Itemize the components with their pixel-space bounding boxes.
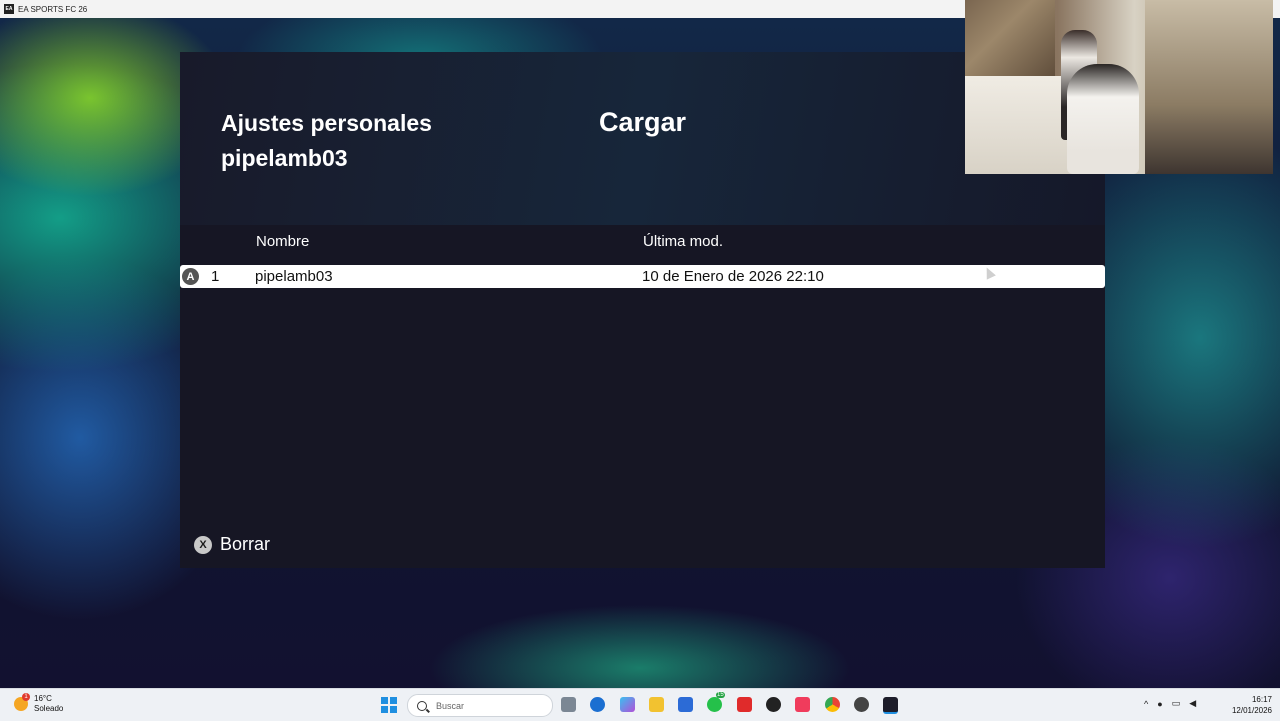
weather-text: 16°C Soleado: [34, 694, 63, 714]
search-placeholder: Buscar: [436, 700, 465, 711]
edge-browser-icon[interactable]: [590, 697, 605, 712]
whatsapp-badge: 15: [716, 692, 725, 698]
microsoft-store-icon[interactable]: [678, 697, 693, 712]
clock-time: 16:17: [1251, 695, 1272, 704]
weather-condition: Soleado: [34, 704, 64, 713]
column-header-modified[interactable]: Última mod.: [643, 233, 723, 250]
chevron-up-icon[interactable]: ^: [1144, 699, 1148, 709]
volume-icon[interactable]: ◀: [1189, 698, 1196, 709]
x-button-icon: X: [194, 535, 212, 554]
whatsapp-icon[interactable]: 15: [707, 692, 725, 712]
copilot-icon[interactable]: [620, 697, 635, 712]
chatgpt-icon[interactable]: [766, 697, 781, 712]
save-row[interactable]: A 1 pipelamb03 10 de Enero de 2026 22:10: [180, 265, 1105, 288]
taskbar: 1 16°C Soleado Buscar 15 ^ ● ▭ ◀ 16:17 1…: [0, 688, 1280, 721]
weather-temperature: 16°C: [34, 694, 52, 703]
webcam-wall-map: [965, 0, 1055, 80]
task-view-icon[interactable]: [561, 697, 576, 712]
row-index: 1: [211, 268, 220, 285]
clock-date: 12/01/2026: [1231, 706, 1272, 715]
delete-label: Borrar: [220, 534, 271, 554]
app-icon[interactable]: [854, 697, 869, 712]
settings-heading: Ajustes personales pipelamb03: [221, 106, 432, 176]
ea-app-icon: EA: [4, 4, 14, 14]
weather-widget[interactable]: 1 16°C Soleado: [14, 693, 63, 714]
microphone-icon[interactable]: ●: [1157, 699, 1162, 709]
chrome-icon[interactable]: [825, 697, 840, 712]
sun-icon: 1: [14, 693, 30, 711]
row-name: pipelamb03: [255, 268, 333, 285]
column-header-name[interactable]: Nombre: [256, 233, 309, 250]
webcam-sofa: [965, 76, 1075, 174]
network-icon[interactable]: ▭: [1172, 698, 1181, 709]
delete-button[interactable]: X Borrar: [194, 534, 270, 555]
window-title: EA SPORTS FC 26: [18, 4, 88, 14]
taskbar-search[interactable]: Buscar: [407, 694, 553, 717]
webcam-overlay: [965, 0, 1273, 174]
ea-sports-fc-taskbar-icon[interactable]: [883, 697, 898, 714]
search-icon: [417, 700, 427, 711]
system-tray: ^ ● ▭ ◀: [1144, 698, 1205, 709]
apple-music-icon[interactable]: [795, 697, 810, 712]
webcam-room: [1145, 0, 1273, 174]
row-modified: 10 de Enero de 2026 22:10: [642, 268, 824, 285]
notification-badge: 1: [22, 693, 30, 701]
taskbar-clock[interactable]: 16:17 12/01/2026: [1222, 694, 1272, 716]
windows-start-icon[interactable]: [381, 697, 397, 713]
heading-line-2: pipelamb03: [221, 145, 348, 171]
youtube-icon[interactable]: [737, 697, 752, 712]
a-button-icon: A: [182, 268, 199, 285]
webcam-person-seated: [1067, 64, 1139, 174]
file-explorer-icon[interactable]: [649, 697, 664, 712]
heading-line-1: Ajustes personales: [221, 110, 432, 136]
